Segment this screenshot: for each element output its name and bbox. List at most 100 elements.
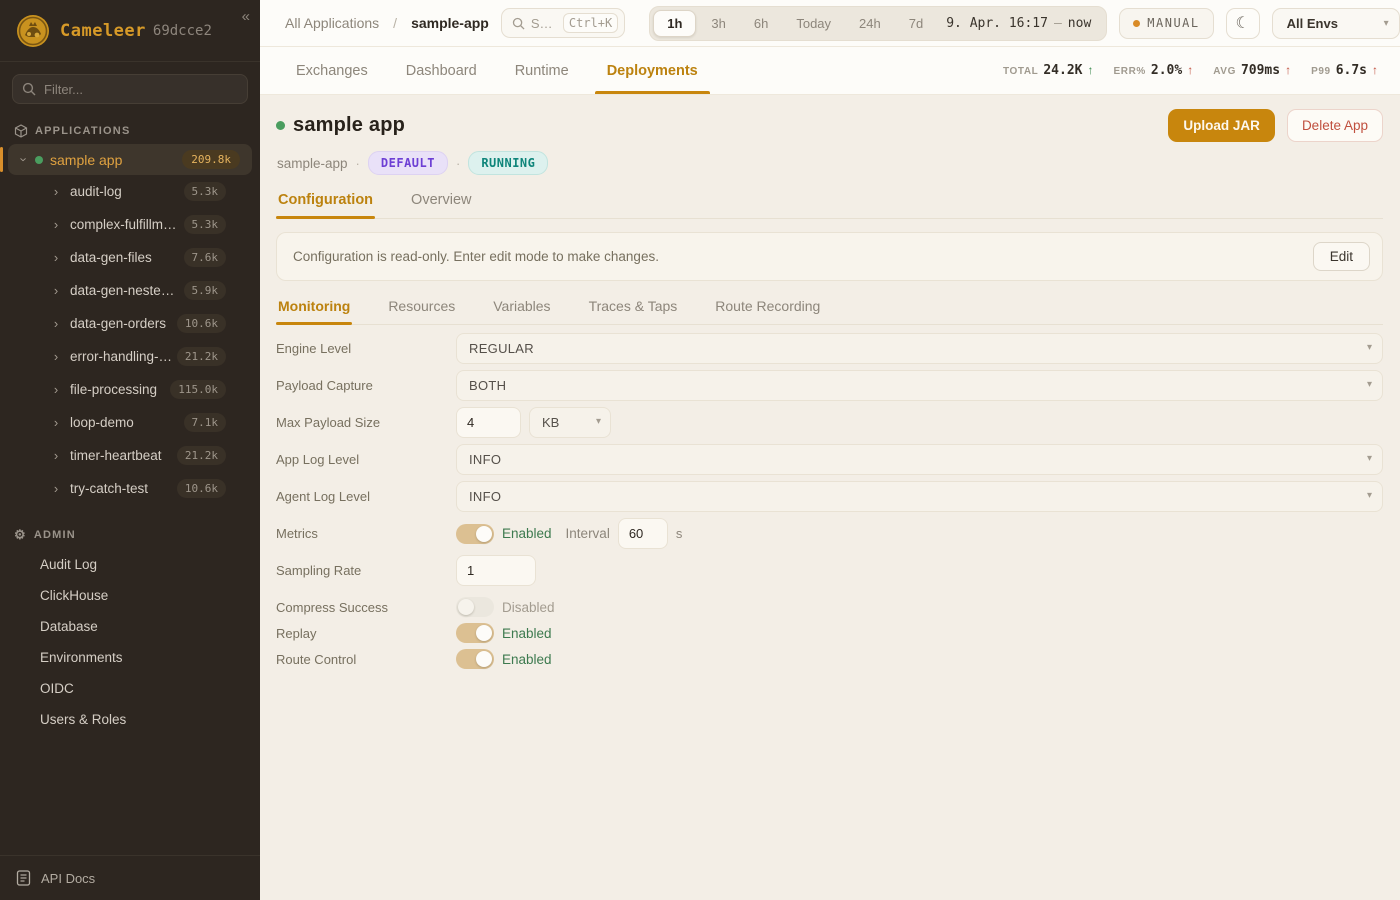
- refresh-mode-button[interactable]: MANUAL: [1119, 8, 1213, 39]
- package-icon: [14, 124, 28, 138]
- sidebar-item-database[interactable]: Database: [0, 611, 260, 642]
- time-range-24h[interactable]: 24h: [846, 11, 894, 36]
- document-icon: [16, 870, 31, 886]
- time-range-1h[interactable]: 1h: [653, 10, 696, 37]
- breadcrumb-all-applications[interactable]: All Applications: [285, 15, 379, 31]
- sidebar-item-complex-fulfillment[interactable]: ›complex-fulfillm…5.3k: [8, 208, 252, 241]
- time-range-today[interactable]: Today: [783, 11, 844, 36]
- theme-toggle-button[interactable]: ☾: [1226, 8, 1260, 39]
- edit-button[interactable]: Edit: [1313, 242, 1370, 271]
- trend-up-icon: ↑: [1088, 63, 1094, 77]
- time-range-7d[interactable]: 7d: [896, 11, 936, 36]
- compress-success-toggle[interactable]: [456, 597, 494, 617]
- global-search[interactable]: Ctrl+K: [501, 8, 625, 38]
- chevron-right-icon[interactable]: ›: [48, 448, 64, 463]
- tab-route-recording[interactable]: Route Recording: [713, 298, 822, 324]
- route-control-toggle[interactable]: [456, 649, 494, 669]
- chevron-down-icon: ▾: [1384, 18, 1389, 29]
- time-range-6h[interactable]: 6h: [741, 11, 781, 36]
- search-icon: [512, 17, 525, 30]
- chevron-down-icon: ▾: [1367, 379, 1372, 390]
- tab-overview[interactable]: Overview: [409, 192, 473, 218]
- chevron-right-icon[interactable]: ›: [48, 250, 64, 265]
- count-badge: 5.3k: [184, 215, 227, 234]
- sidebar-item-users-roles[interactable]: Users & Roles: [0, 704, 260, 735]
- chevron-right-icon[interactable]: ›: [48, 184, 64, 199]
- tab-resources[interactable]: Resources: [386, 298, 457, 324]
- sidebar-item-audit-log[interactable]: ›audit-log5.3k: [8, 175, 252, 208]
- agent-log-level-select[interactable]: INFO▾: [456, 481, 1383, 512]
- sidebar-item-loop-demo[interactable]: ›loop-demo7.1k: [8, 406, 252, 439]
- running-status-badge: RUNNING: [468, 151, 548, 175]
- chevron-right-icon[interactable]: ›: [48, 415, 64, 430]
- payload-capture-select[interactable]: BOTH▾: [456, 370, 1383, 401]
- tab-runtime[interactable]: Runtime: [515, 47, 569, 94]
- admin-section-label: ⚙ ADMIN: [0, 513, 260, 549]
- tab-traces-taps[interactable]: Traces & Taps: [587, 298, 680, 324]
- sidebar-item-try-catch-test[interactable]: ›try-catch-test10.6k: [8, 472, 252, 505]
- sidebar-filter: [12, 74, 248, 104]
- sidebar-item-data-gen-orders[interactable]: ›data-gen-orders10.6k: [8, 307, 252, 340]
- count-badge: 5.9k: [184, 281, 227, 300]
- app-log-level-select[interactable]: INFO▾: [456, 444, 1383, 475]
- gear-icon: ⚙: [14, 527, 27, 543]
- chevron-right-icon[interactable]: ›: [48, 349, 64, 364]
- chevron-right-icon[interactable]: ›: [48, 217, 64, 232]
- stat-avg: AVG709ms↑: [1213, 63, 1291, 78]
- chevron-down-icon[interactable]: ›: [17, 152, 32, 168]
- time-range-display[interactable]: 9. Apr. 16:17–now: [938, 16, 1103, 31]
- sampling-rate-input[interactable]: [456, 555, 536, 586]
- app-nav: Exchanges Dashboard Runtime Deployments …: [260, 47, 1400, 95]
- payload-unit-select[interactable]: KB▾: [529, 407, 611, 438]
- app-status-dot: [276, 121, 285, 130]
- count-badge: 209.8k: [182, 150, 240, 169]
- chevron-down-icon: ▾: [1367, 453, 1372, 464]
- max-payload-size-input[interactable]: [456, 407, 521, 438]
- api-docs-link[interactable]: API Docs: [0, 855, 260, 900]
- search-input[interactable]: [531, 16, 557, 31]
- chevron-right-icon[interactable]: ›: [48, 283, 64, 298]
- upload-jar-button[interactable]: Upload JAR: [1168, 109, 1275, 142]
- sidebar-item-sample-app[interactable]: › sample app 209.8k: [8, 144, 252, 175]
- chevron-right-icon[interactable]: ›: [48, 316, 64, 331]
- environment-select[interactable]: All Envs ▾: [1272, 8, 1400, 39]
- sidebar-collapse-icon[interactable]: «: [242, 8, 250, 25]
- filter-input[interactable]: [12, 74, 248, 104]
- count-badge: 7.1k: [184, 413, 227, 432]
- tab-dashboard[interactable]: Dashboard: [406, 47, 477, 94]
- cameleer-logo-icon: [16, 14, 50, 48]
- deployment-tabs: Configuration Overview: [276, 192, 1383, 219]
- stats-bar: TOTAL24.2K↑ ERR%2.0%↑ AVG709ms↑ P996.7s↑: [1003, 47, 1384, 94]
- breadcrumb-separator: /: [393, 15, 397, 31]
- sidebar-item-file-processing[interactable]: ›file-processing115.0k: [8, 373, 252, 406]
- sidebar-item-environments[interactable]: Environments: [0, 642, 260, 673]
- stat-err: ERR%2.0%↑: [1114, 63, 1194, 78]
- sidebar-item-clickhouse[interactable]: ClickHouse: [0, 580, 260, 611]
- app-name: sample app: [50, 152, 182, 168]
- sidebar-item-data-gen-files[interactable]: ›data-gen-files7.6k: [8, 241, 252, 274]
- delete-app-button[interactable]: Delete App: [1287, 109, 1383, 142]
- tab-exchanges[interactable]: Exchanges: [296, 47, 368, 94]
- tab-deployments[interactable]: Deployments: [607, 47, 698, 94]
- time-range-3h[interactable]: 3h: [698, 11, 738, 36]
- tab-monitoring[interactable]: Monitoring: [276, 298, 352, 324]
- engine-level-select[interactable]: REGULAR▾: [456, 333, 1383, 364]
- sidebar-item-oidc[interactable]: OIDC: [0, 673, 260, 704]
- page-title: sample app: [293, 114, 405, 137]
- replay-toggle[interactable]: [456, 623, 494, 643]
- metrics-toggle[interactable]: [456, 524, 494, 544]
- app-id: sample-app: [277, 156, 348, 171]
- sidebar-item-timer-heartbeat[interactable]: ›timer-heartbeat21.2k: [8, 439, 252, 472]
- shortcut-badge: Ctrl+K: [563, 13, 618, 33]
- count-badge: 10.6k: [177, 479, 226, 498]
- sidebar-item-error-handling[interactable]: ›error-handling-…21.2k: [8, 340, 252, 373]
- sidebar-item-audit-log-admin[interactable]: Audit Log: [0, 549, 260, 580]
- trend-up-icon: ↑: [1187, 63, 1193, 77]
- chevron-right-icon[interactable]: ›: [48, 481, 64, 496]
- tab-configuration[interactable]: Configuration: [276, 192, 375, 218]
- tab-variables[interactable]: Variables: [491, 298, 552, 324]
- manual-status-dot: [1133, 20, 1140, 27]
- sidebar-item-data-gen-nested[interactable]: ›data-gen-neste…5.9k: [8, 274, 252, 307]
- chevron-right-icon[interactable]: ›: [48, 382, 64, 397]
- metrics-interval-input[interactable]: [618, 518, 668, 549]
